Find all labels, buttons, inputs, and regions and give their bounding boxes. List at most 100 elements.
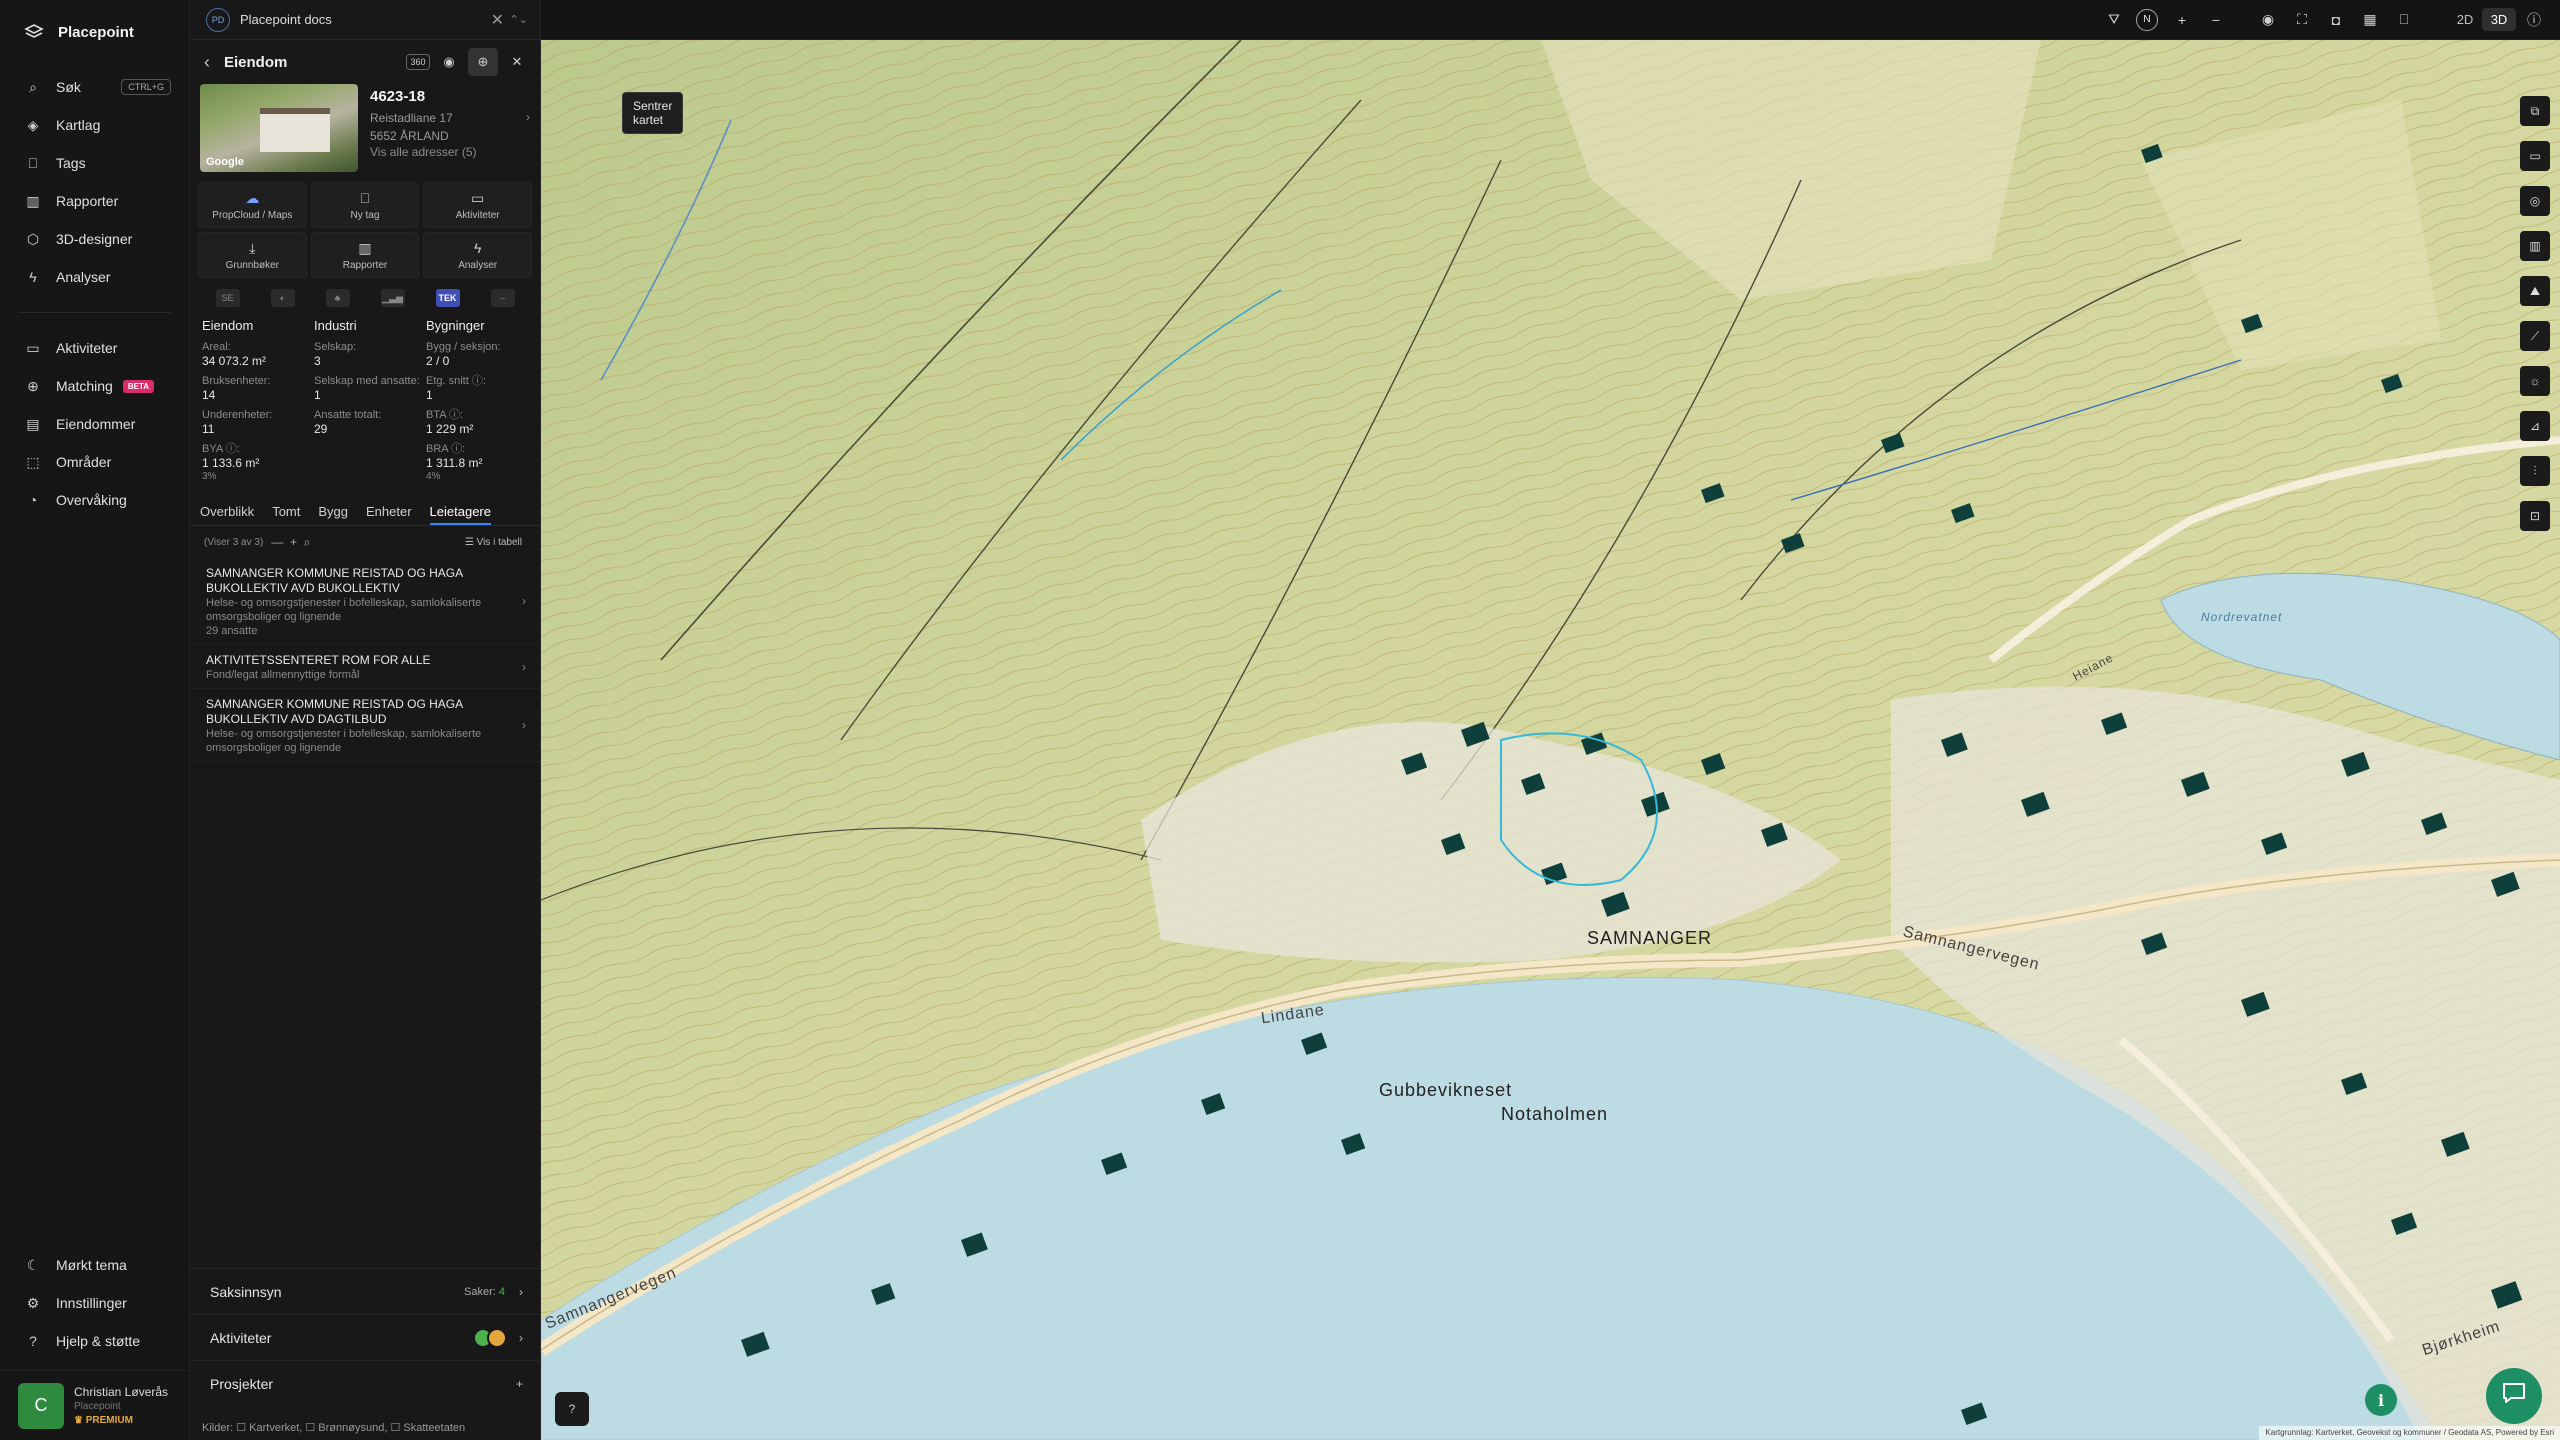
nav-item-rapporter[interactable]: ▥ Rapporter (0, 182, 189, 220)
chart-tool-icon[interactable]: ▥ (2520, 231, 2550, 261)
export-tool-icon[interactable]: ⊡ (2520, 501, 2550, 531)
nav-item-matching[interactable]: ⊕ Matching BETA (0, 367, 189, 405)
terrain-tool-icon[interactable]: ⛰ (2520, 276, 2550, 306)
chevron-right-icon[interactable]: › (526, 110, 530, 124)
section-prosjekter[interactable]: Prosjekter + (190, 1360, 541, 1406)
source-plant-icon[interactable]: ♣ (325, 289, 350, 307)
nav-item-sok[interactable]: ⌕ Søk CTRL+G (0, 68, 189, 106)
map-canvas[interactable]: SAMNANGER Gubbevikneset Notaholmen Linda… (541, 40, 2560, 1440)
stat-label: BYA ⓘ: (202, 443, 240, 455)
back-arrow-icon[interactable]: ‹ (204, 52, 210, 73)
center-map-icon[interactable]: ⊕ (468, 48, 498, 76)
close-doc-icon[interactable]: ✕ (491, 10, 504, 30)
close-icon[interactable]: ✕ (502, 48, 532, 76)
tab-overblikk[interactable]: Overblikk (200, 498, 254, 525)
info-button[interactable]: i (2365, 1384, 2397, 1416)
eye-icon[interactable]: ◉ (2252, 6, 2284, 34)
tab-bygg[interactable]: Bygg (318, 498, 348, 525)
list-icon: ☰ (464, 536, 477, 548)
expand-chevron-icon[interactable]: ⌃⌄ (510, 13, 528, 26)
stat-value: 1 (426, 388, 433, 402)
tab-tomt[interactable]: Tomt (272, 498, 300, 525)
mode-2d-button[interactable]: 2D (2448, 12, 2482, 27)
view-360-icon[interactable]: 360 (406, 54, 430, 70)
nav-item-help[interactable]: ? Hjelp & støtte (0, 1322, 190, 1360)
add-icon[interactable]: + (516, 1377, 523, 1391)
source-chart-icon[interactable]: ▁▃▅ (380, 289, 405, 307)
nav-item-tags[interactable]: ⎕ Tags (0, 144, 189, 182)
source-tek-icon[interactable]: TEK (435, 289, 460, 307)
reports-button[interactable]: ▥ Rapporter (310, 232, 420, 278)
chat-button[interactable] (2486, 1368, 2542, 1424)
chat-bubble-icon (2501, 1381, 2527, 1411)
user-profile[interactable]: C Christian Løverås Placepoint ♛ PREMIUM (0, 1370, 190, 1440)
grid-icon[interactable]: ▦ (2354, 6, 2386, 34)
panel-title: Eiendom (224, 53, 288, 71)
dark-theme-toggle[interactable]: ☾ Mørkt tema (0, 1246, 190, 1284)
all-addresses-link[interactable]: Vis alle adresser (5) (370, 145, 530, 159)
new-tag-button[interactable]: ⎕ Ny tag (310, 182, 420, 228)
action-label: Rapporter (342, 259, 388, 271)
section-aktiviteter[interactable]: Aktiviteter › (190, 1314, 541, 1360)
expand-icon[interactable]: + (290, 535, 297, 549)
nav-item-aktiviteter[interactable]: ▭ Aktiviteter (0, 329, 189, 367)
view-analysis-icon[interactable]: ◎ (2520, 186, 2550, 216)
stats-header: Eiendom (202, 318, 254, 333)
source-globe-icon[interactable]: ◐ (270, 289, 295, 307)
street-view-photo[interactable]: Google (200, 84, 358, 172)
tab-leietagere[interactable]: Leietagere (429, 498, 491, 525)
property-header: Google 4623-18 Reistadliane 17 5652 ÅRLAN… (190, 84, 540, 176)
section-label: Saksinnsyn (210, 1283, 282, 1300)
list-item[interactable]: SAMNANGER KOMMUNE REISTAD OG HAGA BUKOLL… (190, 689, 540, 762)
download-icon: ⤓ (249, 239, 256, 256)
compass-icon[interactable]: N (2136, 8, 2158, 31)
collapse-icon[interactable]: — (271, 535, 283, 549)
section-saksinnsyn[interactable]: Saksinnsyn Saker: 4 › (190, 1268, 541, 1314)
nav-item-3d-designer[interactable]: ⬡ 3D-designer (0, 220, 189, 258)
nav-item-analyser[interactable]: ϟ Analyser (0, 258, 189, 296)
app-brand[interactable]: Placepoint (0, 0, 189, 64)
ruler-icon[interactable]: ▭ (2520, 141, 2550, 171)
profile-tool-icon[interactable]: ⟋ (2520, 321, 2550, 351)
elevation-tool-icon[interactable]: ⫶ (2520, 456, 2550, 486)
eye-icon[interactable]: ◉ (434, 48, 464, 76)
shadow-tool-icon[interactable]: ⊿ (2520, 411, 2550, 441)
section-label: Aktiviteter (210, 1329, 272, 1346)
stat-label: Etg. snitt ⓘ: (426, 375, 486, 387)
zoom-in-icon[interactable]: + (2166, 6, 2198, 34)
data-sources: Kilder: ☐ Kartverket, ☐ Brønnøysund, ☐ S… (202, 1421, 466, 1434)
nav-item-settings[interactable]: ⚙ Innstillinger (0, 1284, 190, 1322)
nav-item-omrader[interactable]: ⬚ Områder (0, 443, 189, 481)
tenant-list-toolbar: (Viser 3 av 3) — + ⌕ ☰ Vis i tabell (190, 526, 540, 558)
nav-item-kartlag[interactable]: ◈ Kartlag (0, 106, 189, 144)
tab-enheter[interactable]: Enheter (366, 498, 412, 525)
search-icon[interactable]: ⌕ (304, 535, 311, 549)
grunnboker-button[interactable]: ⤓ Grunnbøker (198, 232, 307, 278)
map-help-button[interactable]: ? (555, 1392, 589, 1426)
main-navigation: Placepoint ⌕ Søk CTRL+G ◈ Kartlag ⎕ Tags ▥ Ra… (0, 0, 190, 1440)
list-item[interactable]: SAMNANGER KOMMUNE REISTAD OG HAGA BUKOLL… (190, 558, 540, 645)
propcloud-button[interactable]: ☁ PropCloud / Maps (198, 182, 307, 228)
property-address[interactable]: Reistadliane 17 5652 ÅRLAND (370, 109, 530, 145)
source-more-icon[interactable]: – (490, 289, 515, 307)
activities-button[interactable]: ▭ Aktiviteter (423, 182, 532, 228)
camera-icon[interactable]: ◘ (2320, 6, 2352, 34)
chevron-right-icon: › (522, 718, 526, 732)
bookmark-icon[interactable]: ⎕ (2388, 6, 2420, 34)
layers-3d-icon[interactable]: ⛛ (2098, 6, 2130, 34)
source-se-icon[interactable]: SE (215, 289, 240, 307)
nav-item-overvaking[interactable]: ◔ Overvåking (0, 481, 189, 519)
sun-icon[interactable]: ☼ (2520, 366, 2550, 396)
list-item[interactable]: AKTIVITETSSENTERET ROM FOR ALLE Fond/leg… (190, 645, 540, 689)
zoom-out-icon[interactable]: − (2200, 6, 2232, 34)
nav-item-eiendommer[interactable]: ▤ Eiendommer (0, 405, 189, 443)
mode-3d-button[interactable]: 3D (2482, 8, 2516, 31)
info-icon[interactable]: ⓘ (2518, 6, 2550, 34)
doc-badge: PD (206, 7, 230, 32)
view-table-button[interactable]: ☰ Vis i tabell (465, 537, 522, 548)
doc-title[interactable]: Placepoint docs (240, 12, 332, 27)
fullscreen-icon[interactable]: ⛶ (2286, 6, 2318, 34)
layer-tool-icon[interactable]: ⧉ (2520, 96, 2550, 126)
bolt-icon: ϟ (29, 269, 37, 285)
analyses-button[interactable]: ϟ Analyser (423, 232, 532, 278)
